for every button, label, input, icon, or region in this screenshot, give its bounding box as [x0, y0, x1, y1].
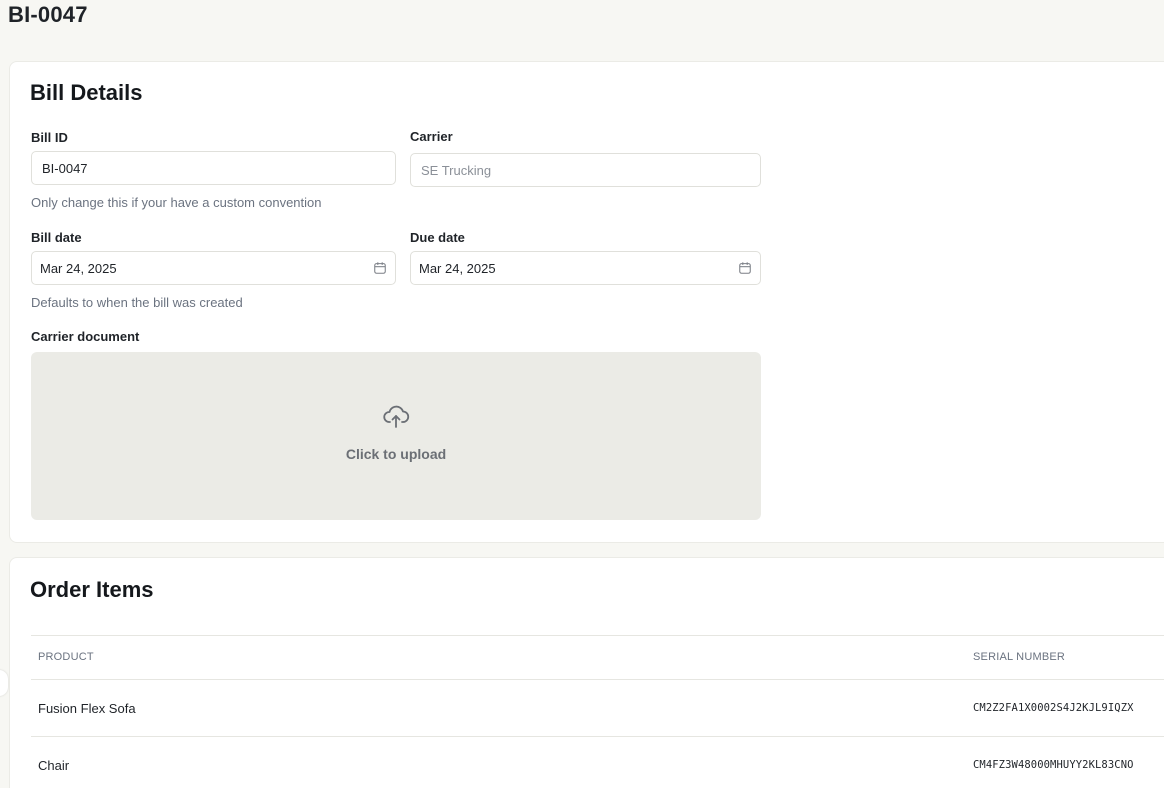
carrier-label: Carrier: [410, 129, 453, 144]
calendar-icon[interactable]: [373, 261, 387, 275]
bill-details-card: Bill Details Bill ID Only change this if…: [9, 61, 1164, 543]
bill-id-helper: Only change this if your have a custom c…: [31, 195, 322, 210]
sidebar-toggle-handle[interactable]: [0, 670, 8, 696]
bill-date-picker[interactable]: Mar 24, 2025: [31, 251, 396, 285]
bill-date-helper: Defaults to when the bill was created: [31, 295, 243, 310]
bill-id-input[interactable]: [42, 160, 385, 176]
bill-date-label: Bill date: [31, 230, 82, 245]
product-cell: Fusion Flex Sofa: [38, 701, 136, 716]
due-date-picker[interactable]: Mar 24, 2025: [410, 251, 761, 285]
column-header-serial[interactable]: SERIAL NUMBER: [973, 651, 1065, 663]
page-title: BI-0047: [8, 2, 88, 27]
upload-cloud-icon: [383, 405, 410, 428]
order-items-title: Order Items: [30, 577, 154, 602]
due-date-value: Mar 24, 2025: [419, 260, 496, 276]
bill-id-label: Bill ID: [31, 130, 68, 145]
order-items-card: Order Items PRODUCT SERIAL NUMBER Fusion…: [9, 557, 1164, 788]
due-date-label: Due date: [410, 230, 465, 245]
column-header-product[interactable]: PRODUCT: [38, 651, 94, 663]
carrier-document-label: Carrier document: [31, 329, 140, 344]
product-cell: Chair: [38, 758, 70, 773]
calendar-icon[interactable]: [738, 261, 752, 275]
table-row[interactable]: Chair CM4FZ3W48000MHUYY2KL83CNO: [31, 736, 1164, 788]
upload-prompt: Click to upload: [345, 446, 447, 462]
order-items-table: PRODUCT SERIAL NUMBER Fusion Flex Sofa C…: [31, 635, 1164, 788]
bill-details-title: Bill Details: [30, 80, 143, 105]
carrier-field[interactable]: [410, 153, 761, 187]
table-header-row: PRODUCT SERIAL NUMBER: [31, 635, 1164, 679]
bill-page: BI-0047 Bill Details Bill ID Only change…: [0, 0, 1164, 788]
serial-cell: CM2Z2FA1X0002S4J2KJL9IQZX: [973, 702, 1134, 714]
serial-cell: CM4FZ3W48000MHUYY2KL83CNO: [973, 759, 1134, 771]
table-row[interactable]: Fusion Flex Sofa CM2Z2FA1X0002S4J2KJL9IQ…: [31, 679, 1164, 736]
bill-id-field[interactable]: [31, 151, 396, 185]
carrier-input[interactable]: [421, 162, 750, 178]
bill-date-value: Mar 24, 2025: [40, 260, 117, 276]
carrier-document-upload[interactable]: Click to upload: [31, 352, 761, 520]
